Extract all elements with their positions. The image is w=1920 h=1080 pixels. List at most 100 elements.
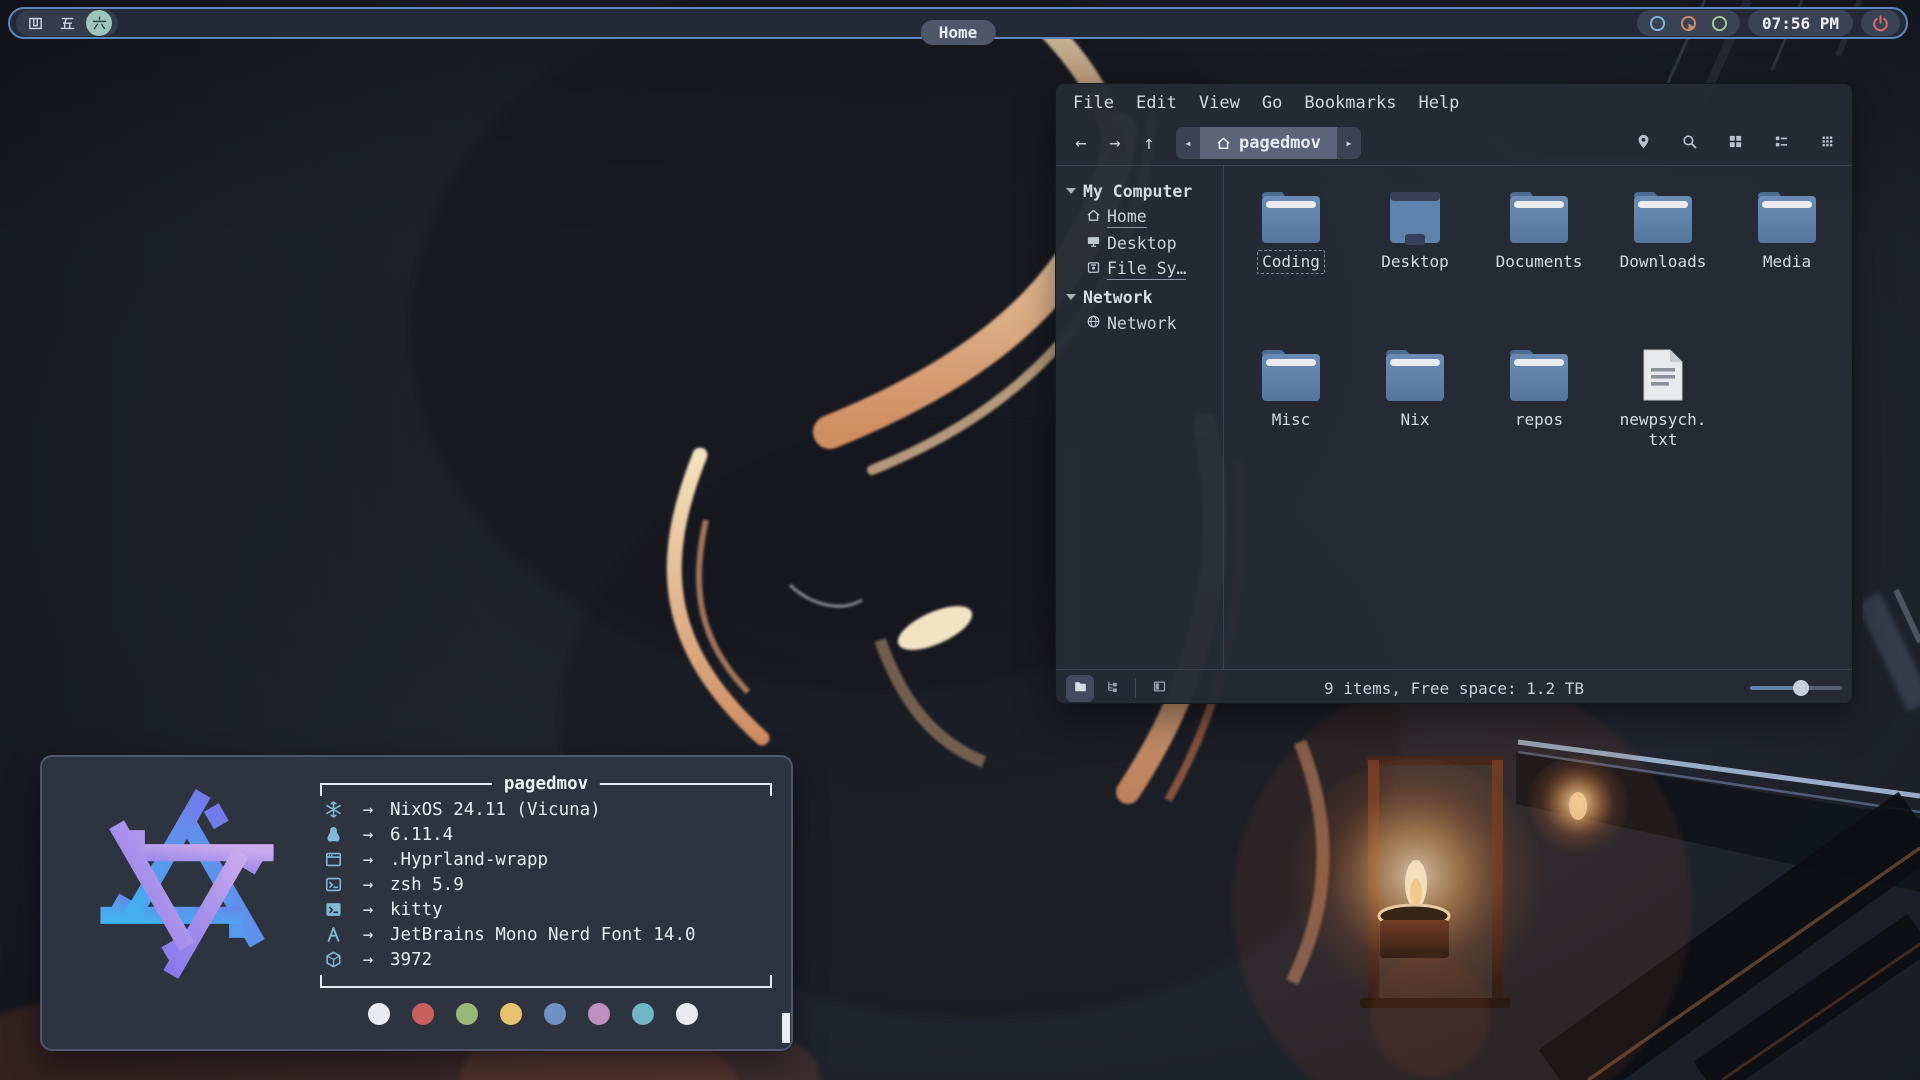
file-repos[interactable]: repos <box>1477 340 1601 498</box>
workspace-button-3[interactable] <box>86 10 112 36</box>
power-icon <box>1871 14 1890 33</box>
sidebar-item-desktop[interactable]: Desktop <box>1056 230 1223 256</box>
sidebar-item-label: Home <box>1107 207 1147 228</box>
location-pin-button[interactable] <box>1626 128 1660 158</box>
blue-ring-tray-icon[interactable] <box>1647 13 1668 34</box>
shell-prompt-icon <box>320 875 346 894</box>
status-bar: 9 items, Free space: 1.2 TB <box>1056 669 1852 706</box>
search-icon <box>1681 133 1698 154</box>
palette-color-1 <box>412 1003 434 1025</box>
location-pin-icon <box>1635 133 1652 154</box>
list-view-icon <box>1773 133 1790 154</box>
menu-bookmarks[interactable]: Bookmarks <box>1293 89 1407 117</box>
orange-pie-tray-icon[interactable] <box>1678 13 1699 34</box>
wm-window-icon <box>320 850 346 869</box>
file-coding[interactable]: Coding <box>1229 182 1353 340</box>
path-segment-home[interactable]: pagedmov <box>1200 127 1337 159</box>
file-documents[interactable]: Documents <box>1477 182 1601 340</box>
file-misc[interactable]: Misc <box>1229 340 1353 498</box>
fetch-line: →NixOS 24.11 (Vicuna) <box>320 797 772 822</box>
topbar-right-modules: 07:56 PM <box>1637 10 1900 36</box>
file-newpsych-txt[interactable]: newpsych.​txt <box>1601 340 1725 498</box>
search-button[interactable] <box>1672 128 1706 158</box>
directory-tree-button[interactable] <box>1098 675 1126 702</box>
terminal-color-palette <box>368 1003 698 1025</box>
list-view-button[interactable] <box>1764 128 1798 158</box>
sidebar-item-home[interactable]: Home <box>1056 204 1223 230</box>
network-globe-icon <box>1086 314 1101 333</box>
file-nix[interactable]: Nix <box>1353 340 1477 498</box>
arrow-separator: → <box>346 850 390 870</box>
file-media[interactable]: Media <box>1725 182 1849 340</box>
icon-view-button[interactable] <box>1718 128 1752 158</box>
folder-icon <box>1630 182 1696 246</box>
menu-go[interactable]: Go <box>1251 89 1293 117</box>
hostname: pagedmov <box>492 771 600 797</box>
clock[interactable]: 07:56 PM <box>1748 10 1853 36</box>
menu-file[interactable]: File <box>1062 89 1125 117</box>
slider-knob[interactable] <box>1793 680 1809 696</box>
palette-color-6 <box>632 1003 654 1025</box>
compact-view-button[interactable] <box>1810 128 1844 158</box>
text-file-icon <box>1630 340 1696 404</box>
pane-mode-toggles <box>1066 675 1126 702</box>
icon-view-icon <box>1727 133 1744 154</box>
sidebar-section-network[interactable]: Network <box>1056 284 1223 310</box>
green-ring-tray-icon[interactable] <box>1709 13 1730 34</box>
sidebar-item-network[interactable]: Network <box>1056 310 1223 336</box>
home-icon <box>1216 136 1231 151</box>
forward-arrow-icon: → <box>1109 132 1120 154</box>
folder-icon <box>1506 340 1572 404</box>
file-downloads[interactable]: Downloads <box>1601 182 1725 340</box>
path-scroll-left[interactable]: ◂ <box>1176 127 1200 159</box>
forward-arrow-button[interactable]: → <box>1098 128 1132 158</box>
directory-tree-icon <box>1105 679 1120 698</box>
arrow-separator: → <box>346 900 390 920</box>
sidebar-item-filesy[interactable]: File Sy… <box>1056 256 1223 282</box>
palette-color-3 <box>500 1003 522 1025</box>
terminal-app-icon <box>320 900 346 919</box>
side-pane-toggle-button[interactable] <box>1145 675 1173 702</box>
file-desktop[interactable]: Desktop <box>1353 182 1477 340</box>
file-label: repos <box>1510 408 1568 432</box>
font-icon <box>320 925 346 944</box>
filesystem-icon <box>1086 260 1101 279</box>
toolbar: ← → ↑ ◂ pagedmov ▸ <box>1056 121 1852 166</box>
arrow-separator: → <box>346 950 390 970</box>
places-pane-icon <box>1073 679 1088 698</box>
file-grid: Coding Desktop Documents Downloads Media… <box>1224 166 1849 669</box>
path-scroll-right[interactable]: ▸ <box>1337 127 1361 159</box>
icon-zoom-slider[interactable] <box>1750 678 1842 698</box>
fetch-line: →kitty <box>320 897 772 922</box>
system-tray <box>1637 10 1740 36</box>
kernel-tux-icon <box>320 825 346 844</box>
collapse-triangle-icon <box>1066 294 1076 300</box>
fetch-line: →JetBrains Mono Nerd Font 14.0 <box>320 922 772 947</box>
power-button[interactable] <box>1861 10 1900 36</box>
menu-edit[interactable]: Edit <box>1125 89 1188 117</box>
menu-bar: FileEditViewGoBookmarksHelp <box>1056 84 1852 121</box>
statusbar-divider <box>1135 678 1136 698</box>
menu-view[interactable]: View <box>1188 89 1251 117</box>
file-label: newpsych.​txt <box>1602 408 1724 452</box>
active-window-title: Home <box>921 20 996 45</box>
workspace-button-2[interactable] <box>54 10 80 36</box>
back-arrow-icon: ← <box>1075 132 1086 154</box>
workspace-button-1[interactable] <box>22 10 48 36</box>
file-label: Downloads <box>1615 250 1712 274</box>
nav-buttons: ← → ↑ <box>1064 128 1166 158</box>
sidebar-section-my-computer[interactable]: My Computer <box>1056 178 1223 204</box>
palette-color-4 <box>544 1003 566 1025</box>
file-label: Misc <box>1267 408 1316 432</box>
file-label: Nix <box>1396 408 1435 432</box>
nixos-logo <box>86 783 288 985</box>
file-label: Coding <box>1257 250 1325 274</box>
places-pane-button[interactable] <box>1066 675 1094 702</box>
folder-icon <box>1382 182 1448 246</box>
up-arrow-button[interactable]: ↑ <box>1132 128 1166 158</box>
menu-help[interactable]: Help <box>1407 89 1470 117</box>
file-label: Documents <box>1491 250 1588 274</box>
back-arrow-button[interactable]: ← <box>1064 128 1098 158</box>
fetch-value: JetBrains Mono Nerd Font 14.0 <box>390 925 696 945</box>
fetch-line: →.Hyprland-wrapp <box>320 847 772 872</box>
